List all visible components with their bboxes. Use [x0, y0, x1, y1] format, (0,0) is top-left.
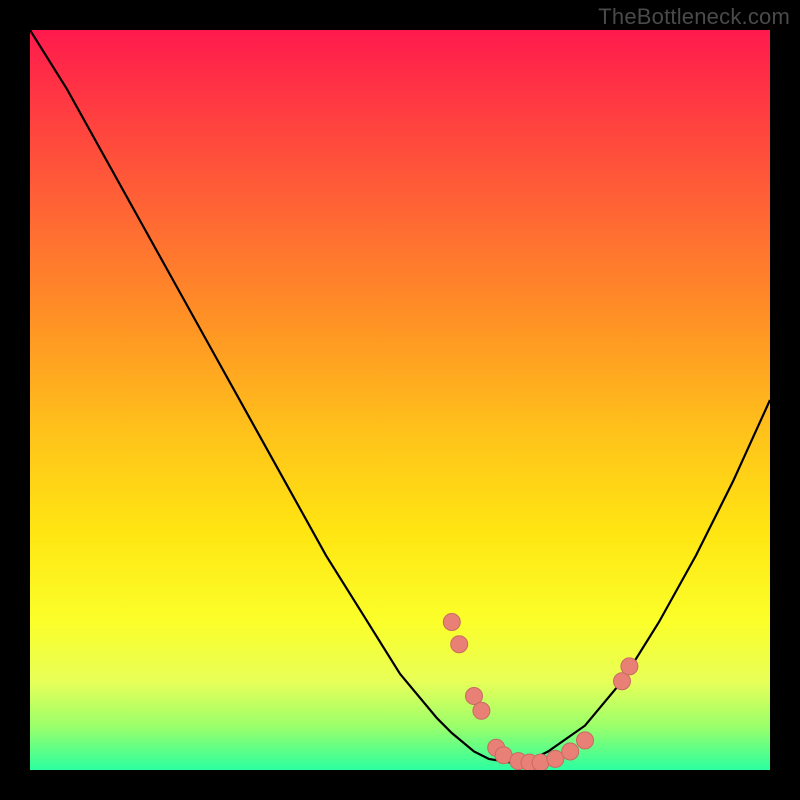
data-marker	[443, 614, 460, 631]
data-marker	[451, 636, 468, 653]
data-marker	[532, 754, 549, 770]
data-marker	[621, 658, 638, 675]
data-marker	[577, 732, 594, 749]
chart-frame: TheBottleneck.com	[0, 0, 800, 800]
data-marker	[562, 743, 579, 760]
bottleneck-curve	[30, 30, 770, 770]
plot-area	[30, 30, 770, 770]
data-marker	[473, 702, 490, 719]
watermark-text: TheBottleneck.com	[598, 4, 790, 30]
